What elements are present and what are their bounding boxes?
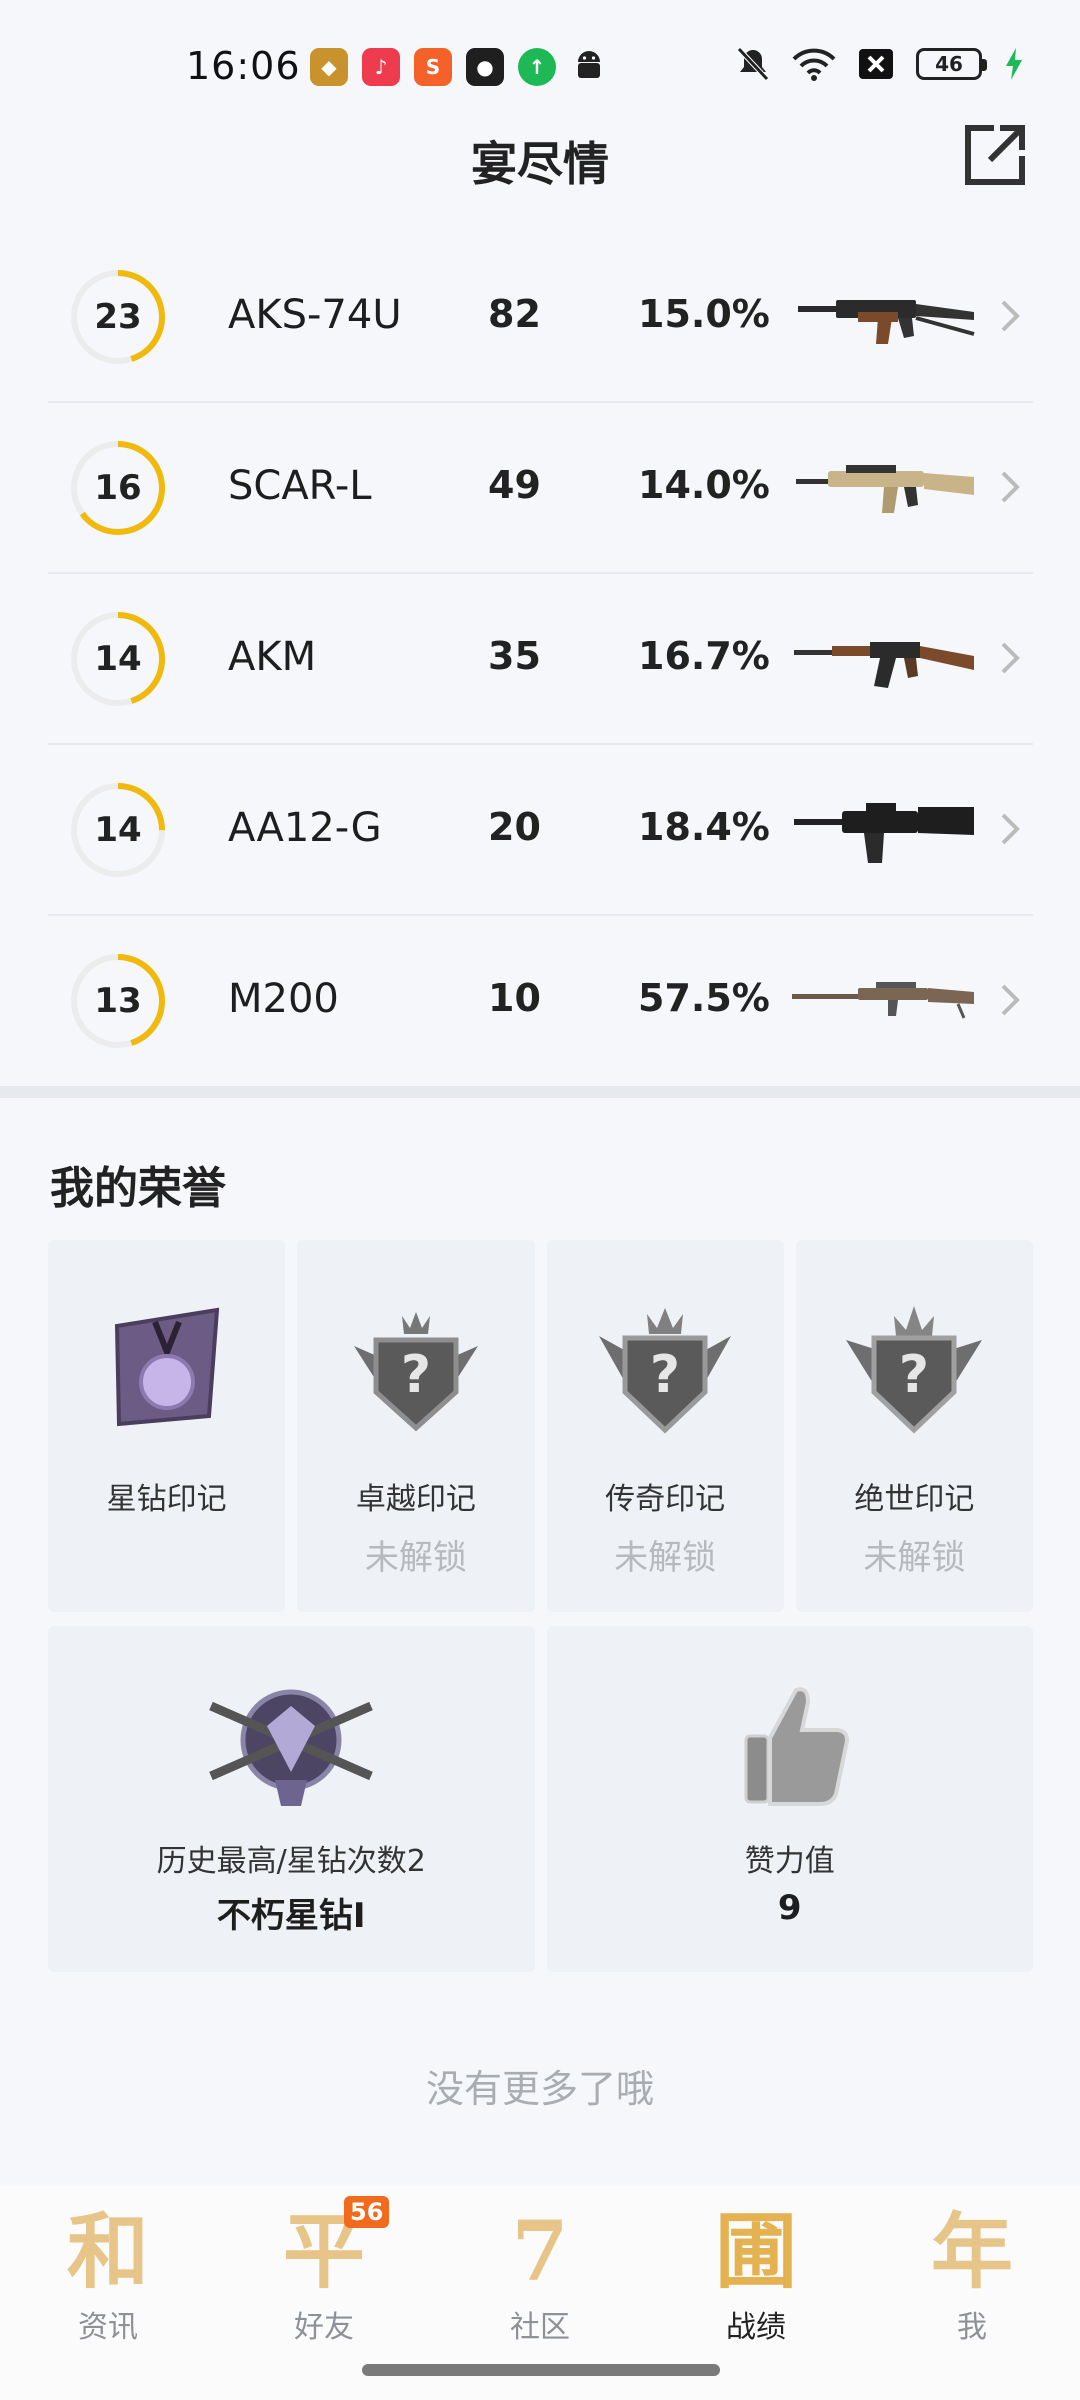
scar-l-gun-icon	[796, 465, 974, 513]
weapon-rate: 16.7%	[638, 634, 770, 678]
upload-app-icon: ↑	[518, 48, 556, 86]
weapon-kill-count: 10	[488, 976, 541, 1020]
nav-label: 战绩	[726, 2310, 786, 2345]
aa12-gun-icon	[794, 803, 974, 863]
records-tab-icon: 圃	[714, 2204, 798, 2300]
notification-badge: 56	[344, 2196, 390, 2228]
highest-rank-label: 历史最高/星钻次数2	[156, 1844, 426, 1879]
section-divider	[0, 1086, 1080, 1098]
weapon-row[interactable]: 16 SCAR-L 49 14.0%	[48, 403, 1033, 574]
weapon-kill-count: 20	[488, 805, 541, 849]
weapon-name: AKS-74U	[228, 292, 402, 338]
weapon-kill-count: 35	[488, 634, 541, 678]
nav-label: 社区	[510, 2310, 570, 2345]
m200-gun-icon	[792, 982, 974, 1019]
likes-label: 赞力值	[744, 1844, 835, 1879]
weapon-row[interactable]: 14 AA12-G 20 18.4%	[48, 745, 1033, 916]
nav-item-news[interactable]: 和 资讯	[0, 2186, 216, 2400]
chevron-right-icon	[1001, 300, 1020, 332]
weapon-rate: 18.4%	[638, 805, 770, 849]
no-more-text: 没有更多了哦	[425, 2067, 654, 2111]
honor-card-star-diamond[interactable]: 星钻印记	[48, 1240, 286, 1612]
weapon-name: AKM	[228, 634, 317, 680]
locked-emblem-icon: ?	[846, 1306, 983, 1434]
weapon-rate: 15.0%	[638, 292, 770, 336]
svg-text:?: ?	[650, 1345, 680, 1405]
share-icon	[965, 125, 1025, 185]
honor-name: 星钻印记	[106, 1482, 227, 1517]
weapon-level: 16	[94, 468, 142, 508]
shield-app-icon: ●	[466, 48, 504, 86]
nav-label: 我	[957, 2310, 987, 2345]
news-tab-icon: 和	[66, 2204, 150, 2300]
weapon-kill-count: 49	[488, 463, 541, 507]
honor-name: 传奇印记	[605, 1482, 726, 1517]
star-diamond-emblem-icon	[114, 1307, 219, 1427]
weapon-name: M200	[228, 976, 339, 1022]
honor-card-peerless[interactable]: ? 绝世印记 未解锁	[795, 1240, 1033, 1612]
battery-icon: 46	[916, 48, 987, 80]
weapon-name: SCAR-L	[228, 463, 372, 509]
mute-icon	[737, 47, 769, 81]
honor-grid: 星钻印记 ? 卓越印记 未解锁 ? 传奇印记 未解锁 ? 绝世印记 未解锁 历史…	[48, 1240, 1033, 1972]
akm-gun-icon	[794, 642, 974, 688]
honor-section-title: 我的荣誉	[50, 1163, 226, 1214]
home-indicator[interactable]	[362, 2364, 720, 2376]
weapon-level: 14	[94, 639, 142, 679]
locked-emblem-icon: ?	[353, 1312, 478, 1432]
weapon-name: AA12-G	[228, 805, 382, 851]
chevron-right-icon	[1001, 642, 1020, 674]
chevron-right-icon	[1001, 471, 1020, 503]
svg-text:?: ?	[401, 1345, 431, 1405]
nav-item-me[interactable]: 年 我	[864, 2186, 1080, 2400]
weapon-kill-count: 82	[488, 292, 541, 336]
weapon-rate: 14.0%	[638, 463, 770, 507]
aks74u-gun-icon	[798, 300, 975, 344]
svg-text:?: ?	[899, 1345, 929, 1405]
likes-card[interactable]: 赞力值 9	[546, 1626, 1033, 1972]
weapon-level: 23	[94, 297, 142, 337]
music-app-icon: ♪	[362, 48, 400, 86]
chevron-right-icon	[1001, 813, 1020, 845]
chevron-right-icon	[1001, 984, 1020, 1016]
honor-status: 未解锁	[863, 1538, 966, 1578]
weapon-row[interactable]: 13 M200 10 57.5%	[48, 916, 1033, 1087]
weapon-rate: 57.5%	[638, 976, 770, 1020]
locked-emblem-icon: ?	[599, 1308, 732, 1434]
weapon-row[interactable]: 14 AKM 35 16.7%	[48, 574, 1033, 745]
status-bar: 16:06 ◆ ♪ S ● ↑ 46	[0, 0, 1080, 130]
me-tab-icon: 年	[930, 2204, 1014, 2300]
sogou-app-icon: S	[414, 48, 452, 86]
android-icon	[570, 48, 608, 86]
weapon-level: 14	[94, 810, 142, 850]
charging-icon	[1006, 48, 1022, 80]
status-app-icons: ◆ ♪ S ● ↑	[310, 48, 608, 86]
highest-rank-card[interactable]: 历史最高/星钻次数2 不朽星钻I	[48, 1626, 535, 1972]
honor-name: 卓越印记	[355, 1482, 476, 1517]
honor-status: 未解锁	[614, 1538, 717, 1578]
game-app-icon: ◆	[310, 48, 348, 86]
highest-rank-value: 不朽星钻I	[216, 1896, 366, 1936]
honor-status: 未解锁	[364, 1538, 467, 1578]
weapon-level: 13	[94, 981, 142, 1021]
rank-emblem-icon	[209, 1689, 374, 1806]
thumbs-up-icon	[744, 1687, 849, 1806]
status-time: 16:06	[186, 44, 301, 88]
weapon-list: 23 AKS-74U 82 15.0% 16 SCAR-L 49 14.0% 1…	[48, 232, 1033, 1087]
wifi-icon	[792, 48, 836, 81]
close-box-icon	[859, 49, 893, 79]
honor-card-legend[interactable]: ? 传奇印记 未解锁	[546, 1240, 784, 1612]
likes-value: 9	[777, 1888, 802, 1928]
status-right-icons: 46	[736, 46, 1024, 82]
honor-name: 绝世印记	[854, 1482, 975, 1517]
weapon-row[interactable]: 23 AKS-74U 82 15.0%	[48, 232, 1033, 403]
honor-card-excellent[interactable]: ? 卓越印记 未解锁	[297, 1240, 535, 1612]
nav-label: 好友	[294, 2310, 354, 2345]
page-title: 宴尽情	[471, 137, 609, 191]
nav-label: 资讯	[78, 2310, 138, 2345]
community-tab-icon: 7	[511, 2204, 569, 2300]
share-button[interactable]	[962, 122, 1028, 188]
